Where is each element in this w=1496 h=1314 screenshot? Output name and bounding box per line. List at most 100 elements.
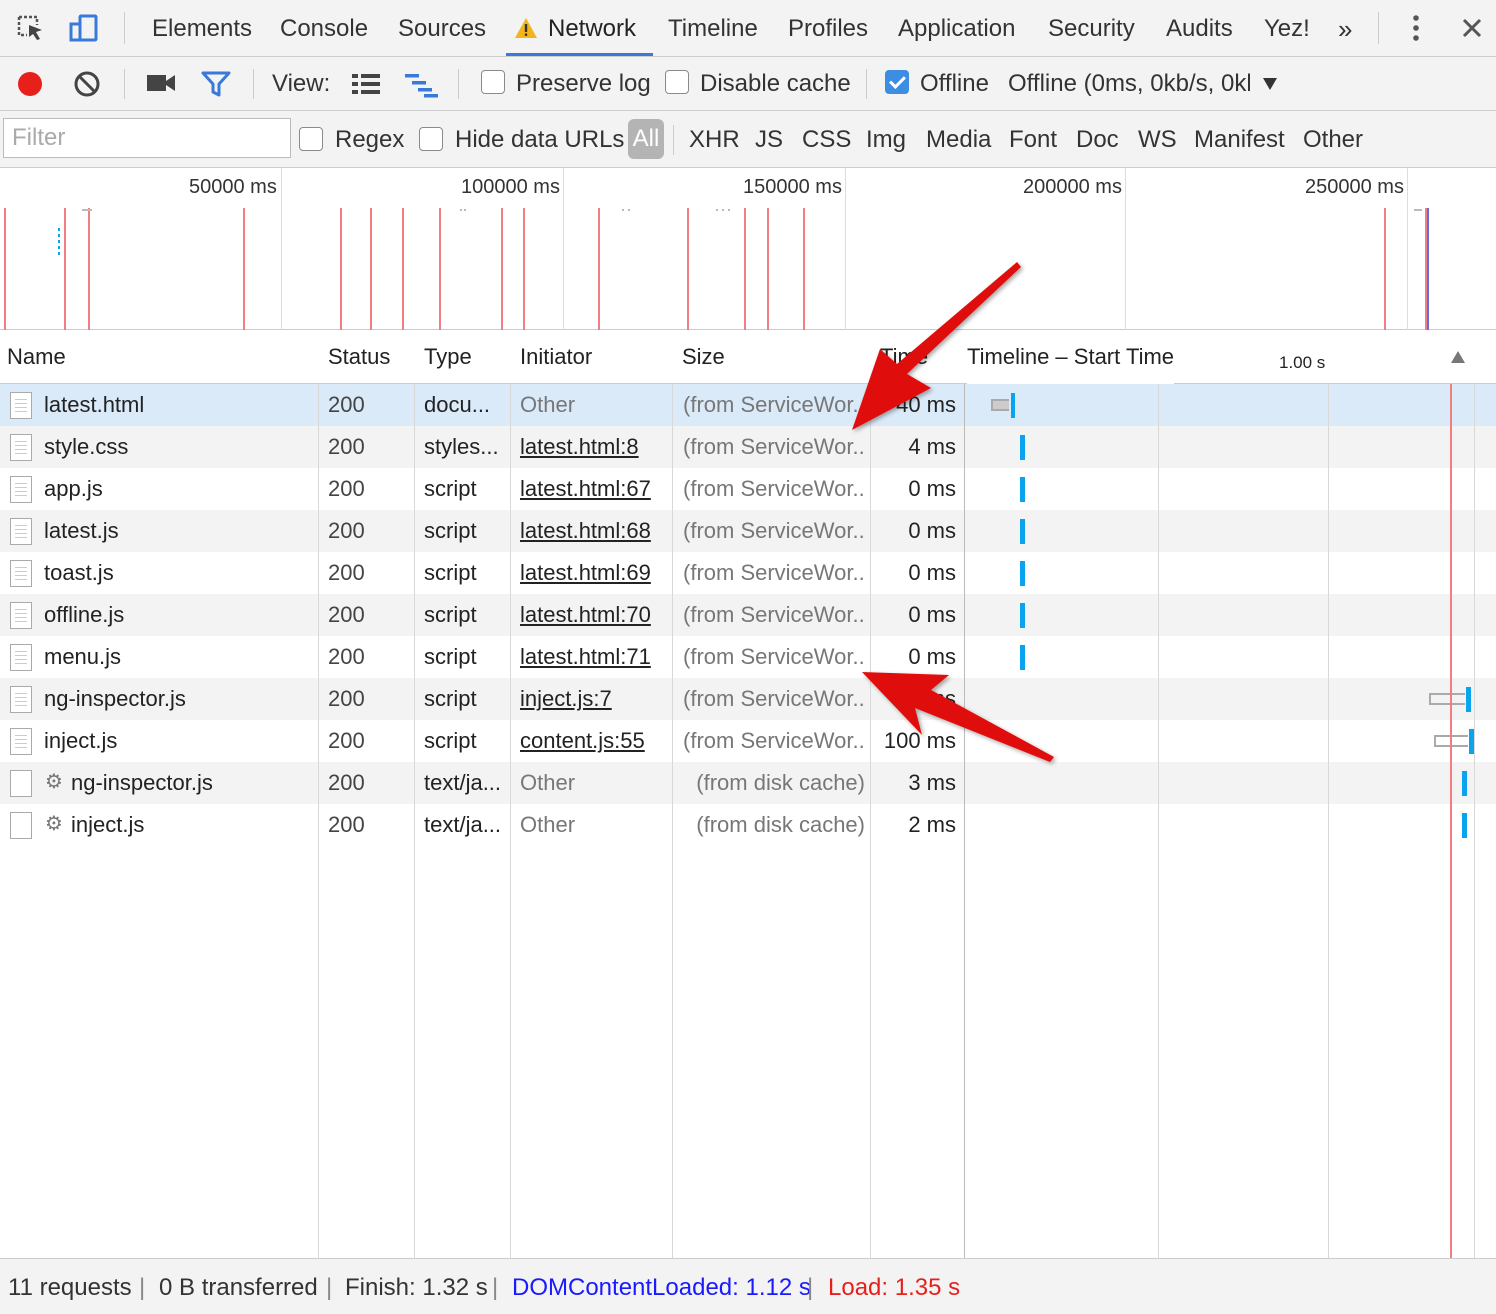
tab-security[interactable]: Security: [1048, 0, 1135, 57]
request-initiator[interactable]: latest.html:71: [520, 636, 668, 678]
sort-ascending-icon[interactable]: [1450, 350, 1466, 369]
filter-icon[interactable]: [201, 70, 231, 103]
clear-icon[interactable]: [73, 70, 101, 103]
type-filter-manifest[interactable]: Manifest: [1194, 111, 1285, 168]
tab-sources[interactable]: Sources: [398, 0, 486, 57]
menu-dots-icon[interactable]: [1400, 12, 1432, 44]
request-table: latest.html 200 docu... Other (from ServiceW…: [0, 330, 1496, 1258]
preserve-log-checkbox[interactable]: [481, 70, 505, 94]
column-header-status[interactable]: Status: [328, 330, 390, 384]
request-size: (from ServiceWor...: [683, 728, 865, 753]
regex-checkbox[interactable]: [299, 127, 323, 151]
offline-checkbox[interactable]: [885, 70, 909, 94]
table-row[interactable]: latest.js 200 script latest.html:68 (from Se…: [0, 510, 1496, 552]
request-initiator[interactable]: inject.js:7: [520, 678, 668, 720]
more-tabs-icon[interactable]: »: [1338, 0, 1352, 57]
table-row[interactable]: ⚙ ng-inspector.js 200 text/ja... Other (from …: [0, 762, 1496, 804]
request-name[interactable]: menu.js: [44, 636, 314, 678]
request-time: 0 ms: [908, 518, 956, 543]
waterfall-bar: [1462, 813, 1467, 838]
tab-profiles[interactable]: Profiles: [788, 0, 868, 57]
close-icon[interactable]: [1456, 12, 1488, 44]
waterfall-bar: [1011, 393, 1015, 418]
request-name[interactable]: inject.js: [71, 804, 341, 846]
column-header-type[interactable]: Type: [424, 330, 472, 384]
request-size: (from ServiceWor...: [683, 392, 865, 417]
request-name[interactable]: inject.js: [44, 720, 314, 762]
request-time: 0 ms: [908, 560, 956, 585]
column-header-timeline[interactable]: Timeline – Start Time: [967, 330, 1175, 384]
table-row[interactable]: ng-inspector.js 200 script inject.js:7 (from…: [0, 678, 1496, 720]
tab-timeline[interactable]: Timeline: [668, 0, 758, 57]
status-bar: 11 requests | 0 B transferred | Finish: …: [0, 1258, 1496, 1314]
table-row[interactable]: offline.js 200 script latest.html:70 (from S…: [0, 594, 1496, 636]
type-filter-other[interactable]: Other: [1303, 111, 1363, 168]
file-icon: [10, 644, 32, 671]
type-filter-js[interactable]: JS: [755, 111, 783, 168]
column-header-name[interactable]: Name: [7, 330, 66, 384]
device-toolbar-icon[interactable]: [68, 12, 100, 44]
column-header-size[interactable]: Size: [682, 330, 725, 384]
request-name[interactable]: ng-inspector.js: [71, 762, 341, 804]
tab-audits[interactable]: Audits: [1166, 0, 1233, 57]
request-name[interactable]: latest.js: [44, 510, 314, 552]
finish-time: Finish: 1.32 s: [345, 1274, 488, 1301]
regex-label: Regex: [335, 126, 405, 153]
domcontentloaded-time: DOMContentLoaded: 1.12 s: [512, 1274, 811, 1301]
table-row[interactable]: menu.js 200 script latest.html:71 (from Serv…: [0, 636, 1496, 678]
record-icon[interactable]: [17, 71, 43, 102]
tab-application[interactable]: Application: [898, 0, 1015, 57]
column-header-initiator[interactable]: Initiator: [520, 330, 592, 384]
request-initiator[interactable]: content.js:55: [520, 720, 668, 762]
request-name[interactable]: toast.js: [44, 552, 314, 594]
request-initiator[interactable]: latest.html:70: [520, 594, 668, 636]
type-filter-media[interactable]: Media: [926, 111, 991, 168]
type-filter-doc[interactable]: Doc: [1076, 111, 1119, 168]
request-name[interactable]: app.js: [44, 468, 314, 510]
type-filter-font[interactable]: Font: [1009, 111, 1057, 168]
request-name[interactable]: offline.js: [44, 594, 314, 636]
request-initiator: Other: [520, 812, 576, 837]
large-rows-icon[interactable]: [351, 72, 381, 101]
tab-elements[interactable]: Elements: [152, 0, 252, 57]
request-name[interactable]: style.css: [44, 426, 314, 468]
request-status: 200: [328, 434, 365, 459]
tab-network[interactable]: Network: [548, 0, 636, 57]
request-initiator[interactable]: latest.html:68: [520, 510, 668, 552]
request-type: script: [424, 686, 477, 711]
preserve-log-label: Preserve log: [516, 70, 651, 97]
request-name[interactable]: latest.html: [44, 384, 314, 426]
network-overview[interactable]: 50000 ms 100000 ms 150000 ms 200000 ms 2…: [0, 168, 1496, 330]
disable-cache-checkbox[interactable]: [665, 70, 689, 94]
hide-data-urls-checkbox[interactable]: [419, 127, 443, 151]
request-size: (from ServiceWor...: [683, 602, 865, 627]
request-initiator[interactable]: latest.html:69: [520, 552, 668, 594]
type-filter-img[interactable]: Img: [866, 111, 906, 168]
request-initiator[interactable]: latest.html:67: [520, 468, 668, 510]
throttling-select[interactable]: Offline (0ms, 0kb/s, 0kl: [1008, 57, 1250, 111]
type-filter-all[interactable]: All: [628, 119, 664, 159]
request-size: (from ServiceWor...: [683, 686, 865, 711]
column-header-time[interactable]: Time: [880, 330, 962, 384]
tab-console[interactable]: Console: [280, 0, 368, 57]
type-filter-css[interactable]: CSS: [802, 111, 851, 168]
tab-yez[interactable]: Yez!: [1264, 0, 1310, 57]
type-filter-xhr[interactable]: XHR: [689, 111, 740, 168]
waterfall-overview-icon[interactable]: [404, 72, 440, 103]
inspect-element-icon[interactable]: [14, 12, 46, 44]
request-initiator[interactable]: latest.html:8: [520, 426, 668, 468]
table-row[interactable]: app.js 200 script latest.html:67 (from Servi…: [0, 468, 1496, 510]
table-row[interactable]: style.css 200 styles... latest.html:8 (from …: [0, 426, 1496, 468]
request-name[interactable]: ng-inspector.js: [44, 678, 314, 720]
request-type: styles...: [424, 434, 499, 459]
request-size: (from disk cache): [696, 812, 865, 837]
capture-screenshots-icon[interactable]: [146, 72, 176, 99]
table-row[interactable]: ⚙ inject.js 200 text/ja... Other (from disk c…: [0, 804, 1496, 846]
load-event-marker: [1450, 376, 1452, 1258]
type-filter-ws[interactable]: WS: [1138, 111, 1177, 168]
filter-input[interactable]: [3, 118, 291, 158]
table-row[interactable]: inject.js 200 script content.js:55 (from Ser…: [0, 720, 1496, 762]
table-row[interactable]: latest.html 200 docu... Other (from ServiceW…: [0, 384, 1496, 426]
chevron-down-icon[interactable]: [1262, 77, 1278, 96]
table-row[interactable]: toast.js 200 script latest.html:69 (from Ser…: [0, 552, 1496, 594]
